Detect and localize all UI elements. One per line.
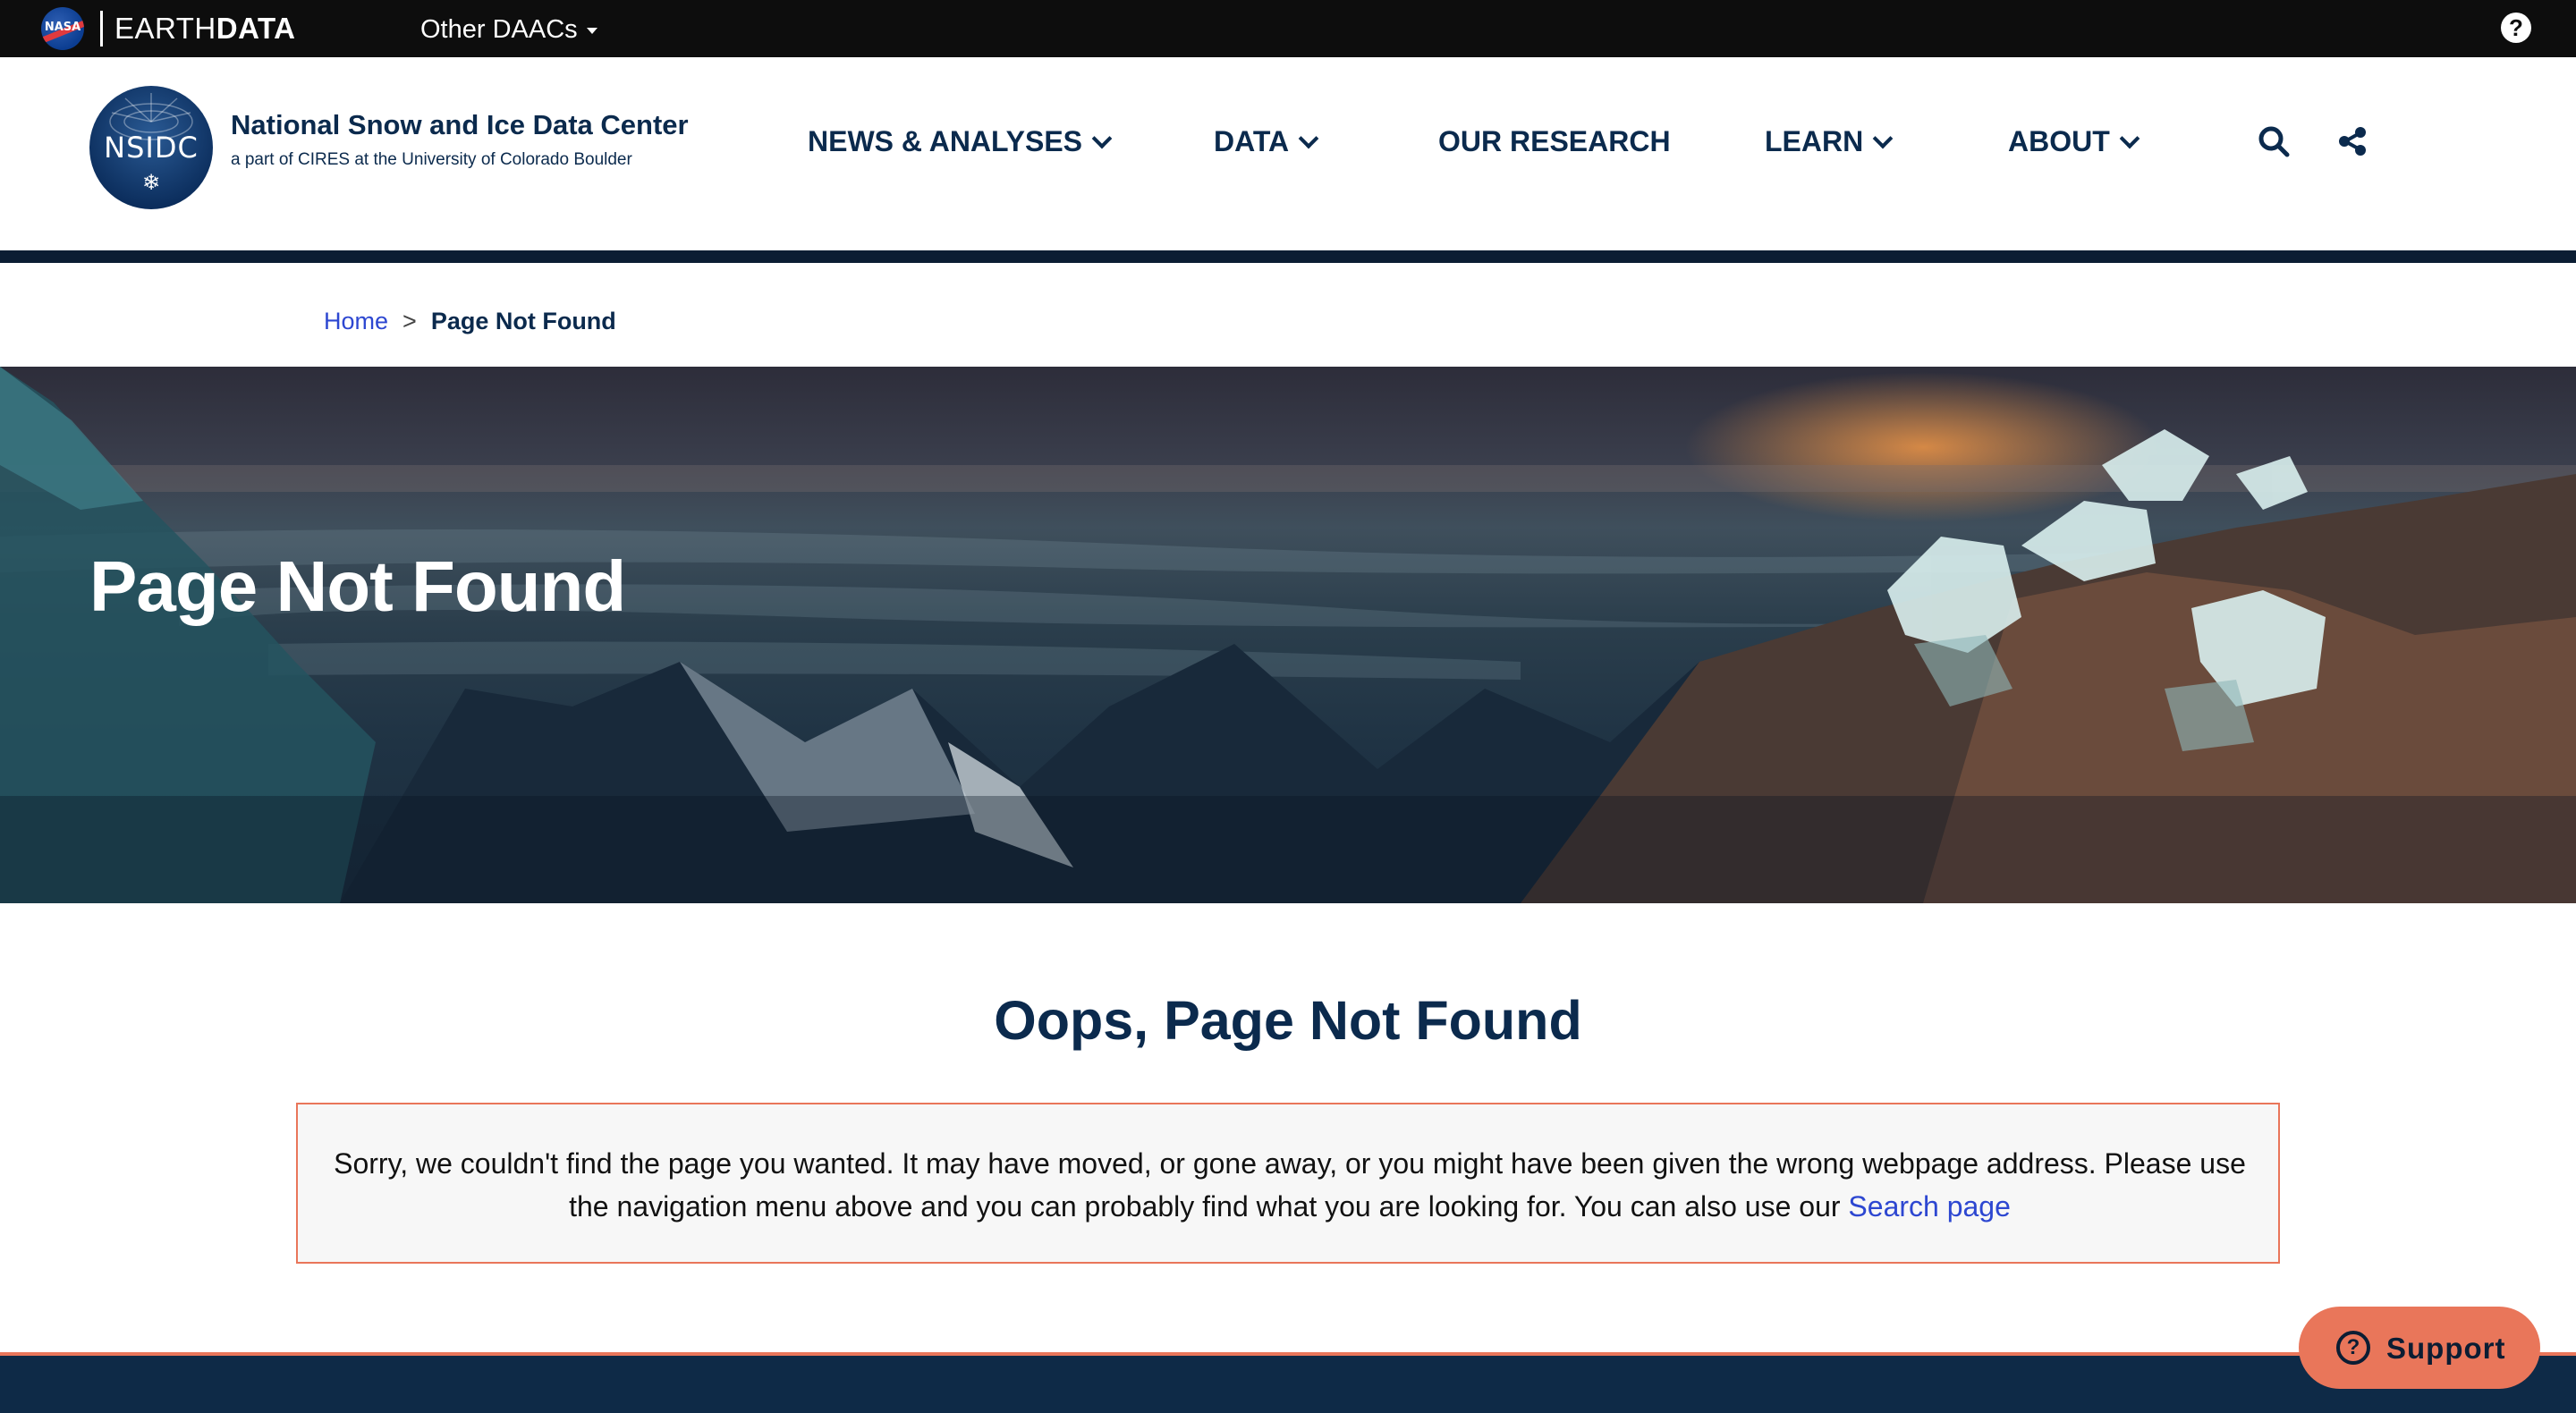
breadcrumb-separator: > [402,308,417,334]
nsidc-logo-text: NSIDC [104,131,199,165]
earthdata-title-thin: EARTH [114,12,216,45]
error-notice-box: Sorry, we couldn't find the page you wan… [296,1103,2280,1264]
nav-data-label: DATA [1214,125,1290,157]
breadcrumb-current: Page Not Found [430,308,616,334]
earthdata-title-bold: DATA [216,12,296,45]
snowflake-icon: ❄ [141,171,161,195]
nav-our-research[interactable]: OUR RESEARCH [1438,125,1671,161]
share-icon[interactable] [2333,122,2372,161]
nav-about-label: ABOUT [2008,125,2110,157]
other-daacs-label: Other DAACs [420,15,578,44]
other-daacs-dropdown[interactable]: Other DAACs [420,15,597,45]
nav-news-label: NEWS & ANALYSES [808,125,1083,157]
earthdata-bar: NASA EARTHDATA Other DAACs ? [0,0,2576,57]
nav-news-analyses[interactable]: NEWS & ANALYSES [808,125,1113,161]
search-icon[interactable] [2254,122,2293,161]
chevron-down-icon [1091,128,1113,149]
nasa-logo[interactable]: NASA [41,7,84,50]
nsidc-logo[interactable]: NSIDC ❄ [89,86,213,209]
page-heading: Oops, Page Not Found [994,990,1582,1051]
nav-research-label: OUR RESEARCH [1438,125,1671,157]
nav-about[interactable]: ABOUT [2008,125,2140,161]
search-page-link[interactable]: Search page [1848,1190,2010,1223]
error-message: Sorry, we couldn't find the page you wan… [334,1142,2246,1228]
help-icon[interactable]: ? [2501,13,2531,43]
support-label: Support [2386,1332,2506,1365]
nasa-logo-text: NASA [44,21,81,34]
org-name[interactable]: National Snow and Ice Data Center [231,109,689,141]
caret-down-icon [586,27,597,34]
org-subtitle: a part of CIRES at the University of Col… [231,150,632,169]
nav-learn[interactable]: LEARN [1765,125,1894,161]
breadcrumb: Home > Page Not Found [324,308,616,335]
footer [0,1352,2576,1413]
support-button[interactable]: ? Support [2299,1307,2540,1389]
hero-banner: Page Not Found [0,367,2576,903]
hero-title: Page Not Found [89,546,626,626]
chevron-down-icon [1872,128,1894,149]
nav-learn-label: LEARN [1765,125,1864,157]
chevron-down-icon [1298,128,1319,149]
site-header: NSIDC ❄ National Snow and Ice Data Cente… [0,57,2576,263]
chevron-down-icon [2119,128,2140,149]
nav-data[interactable]: DATA [1214,125,1319,161]
hero-ice-illustration [0,367,2576,903]
question-circle-icon: ? [2336,1331,2370,1365]
earthdata-title[interactable]: EARTHDATA [114,12,296,46]
header-divider [0,250,2576,263]
earthdata-divider [100,11,103,47]
breadcrumb-home-link[interactable]: Home [324,308,388,334]
